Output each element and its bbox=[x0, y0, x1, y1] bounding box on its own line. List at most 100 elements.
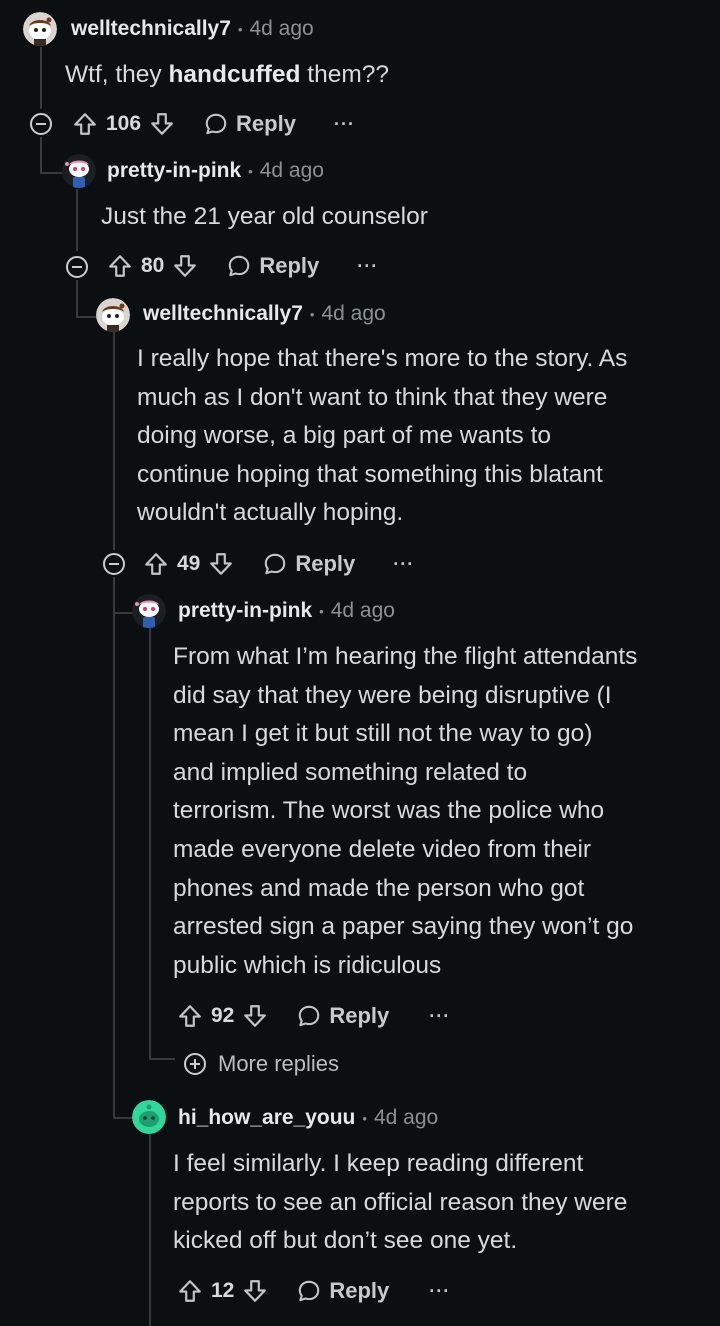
vote-score: 49 bbox=[177, 552, 201, 575]
comment-line: and implied something related to bbox=[173, 758, 528, 786]
thread-line-level4 bbox=[149, 628, 151, 1058]
upvote-icon[interactable] bbox=[177, 1278, 203, 1304]
reply-button[interactable]: Reply bbox=[226, 253, 319, 279]
reply-button[interactable]: Reply bbox=[203, 111, 296, 137]
downvote-icon[interactable] bbox=[149, 111, 175, 137]
downvote-icon[interactable] bbox=[242, 1278, 268, 1304]
reply-bubble-icon bbox=[296, 1003, 322, 1029]
thread-line-level4b bbox=[149, 1134, 151, 1326]
avatar[interactable] bbox=[132, 1100, 166, 1134]
downvote-icon[interactable] bbox=[242, 1003, 268, 1029]
collapse-thread-button[interactable] bbox=[103, 553, 125, 575]
comment-body: I feel similarly. I keep reading differe… bbox=[173, 1145, 713, 1261]
separator-dot: • bbox=[362, 1110, 367, 1126]
avatar[interactable] bbox=[23, 12, 57, 46]
comment-body: I really hope that there's more to the s… bbox=[137, 340, 707, 533]
more-options-button[interactable]: ··· bbox=[429, 1281, 450, 1302]
comment-line: doing worse, a big part of me wants to bbox=[137, 422, 551, 450]
thread-line-level2 bbox=[76, 189, 78, 251]
thread-line-level1-branch bbox=[40, 137, 42, 172]
reply-label: Reply bbox=[295, 551, 356, 576]
upvote-icon[interactable] bbox=[107, 253, 133, 279]
thread-line-level3 bbox=[113, 332, 115, 550]
expand-plus-icon bbox=[184, 1053, 206, 1075]
reply-button[interactable]: Reply bbox=[296, 1003, 389, 1029]
more-replies-link[interactable]: More replies bbox=[184, 1051, 339, 1077]
vote-score: 106 bbox=[106, 112, 142, 135]
comment-line: reports to see an official reason they w… bbox=[173, 1188, 628, 1216]
comment-body: From what I’m hearing the flight attenda… bbox=[173, 638, 713, 985]
more-options-button[interactable]: ··· bbox=[393, 554, 414, 575]
timestamp: 4d ago bbox=[373, 1106, 439, 1129]
reply-bubble-icon bbox=[203, 111, 229, 137]
reply-bubble-icon bbox=[226, 253, 252, 279]
avatar[interactable] bbox=[96, 298, 130, 332]
comment-line: I really hope that there's more to the s… bbox=[137, 345, 628, 372]
comment-line: did say that they were being disruptive … bbox=[173, 681, 612, 709]
vote-score: 80 bbox=[141, 254, 165, 277]
upvote-icon[interactable] bbox=[72, 111, 98, 137]
username[interactable]: welltechnically7 bbox=[143, 302, 303, 326]
username[interactable]: pretty-in-pink bbox=[107, 159, 241, 183]
reply-button[interactable]: Reply bbox=[262, 551, 355, 577]
thread-line-level3-branch bbox=[113, 577, 115, 1117]
username[interactable]: hi_how_are_youu bbox=[178, 1106, 355, 1130]
comment-line: phones and made the person who got bbox=[173, 874, 585, 902]
vote-score: 92 bbox=[211, 1004, 235, 1027]
timestamp: 4d ago bbox=[249, 17, 314, 40]
collapse-thread-button[interactable] bbox=[66, 256, 88, 278]
more-options-button[interactable]: ··· bbox=[334, 114, 355, 135]
upvote-icon[interactable] bbox=[177, 1003, 203, 1029]
upvote-icon[interactable] bbox=[143, 551, 169, 577]
reply-label: Reply bbox=[329, 1278, 390, 1303]
avatar[interactable] bbox=[62, 154, 96, 188]
snoo-avatar-brown-icon bbox=[96, 298, 130, 332]
snoo-avatar-brown-icon bbox=[23, 12, 57, 46]
thread-line-level2-branch bbox=[76, 280, 78, 316]
downvote-icon[interactable] bbox=[208, 551, 234, 577]
comment-body: Just the 21 year old counselor bbox=[101, 198, 631, 237]
separator-dot: • bbox=[319, 603, 324, 619]
separator-dot: • bbox=[237, 21, 243, 37]
more-options-button[interactable]: ··· bbox=[357, 256, 378, 277]
comment-line: mean I get it but still not the way to g… bbox=[173, 720, 593, 748]
comment-line: Just the 21 year old counselor bbox=[101, 203, 428, 230]
snoo-avatar-pink-icon bbox=[132, 594, 166, 628]
thread-line-level2-elbow bbox=[76, 316, 98, 318]
reply-bubble-icon bbox=[262, 551, 288, 577]
comment-line: much as I don't want to think that they … bbox=[137, 383, 608, 411]
comment-body: Wtf, they handcuffed them?? bbox=[65, 61, 390, 88]
reply-bubble-icon bbox=[296, 1278, 322, 1304]
thread-line-level1-elbow bbox=[40, 172, 62, 174]
reply-label: Reply bbox=[259, 253, 320, 278]
thread-line-level4-elbow bbox=[149, 1058, 175, 1060]
more-options-button[interactable]: ··· bbox=[429, 1006, 450, 1027]
comment-line: From what I’m hearing the flight attenda… bbox=[173, 643, 638, 670]
comment-line: I feel similarly. I keep reading differe… bbox=[173, 1150, 584, 1177]
reply-button[interactable]: Reply bbox=[296, 1278, 389, 1304]
emphasis-text: handcuffed bbox=[168, 61, 301, 88]
timestamp: 4d ago bbox=[330, 599, 395, 622]
snoo-avatar-pink-icon bbox=[62, 154, 96, 188]
downvote-icon[interactable] bbox=[172, 253, 198, 279]
reply-label: Reply bbox=[236, 111, 296, 136]
more-replies-label: More replies bbox=[218, 1051, 340, 1076]
username[interactable]: welltechnically7 bbox=[71, 17, 231, 41]
comment-line: kicked off but don’t see one yet. bbox=[173, 1227, 518, 1255]
thread-line-level1 bbox=[40, 47, 42, 109]
timestamp: 4d ago bbox=[259, 159, 324, 182]
comment-line: continue hoping that something this blat… bbox=[137, 460, 603, 488]
separator-dot: • bbox=[309, 306, 315, 322]
avatar[interactable] bbox=[132, 594, 166, 628]
comment-line: wouldn't actually hoping. bbox=[137, 499, 404, 527]
comment-line: public which is ridiculous bbox=[173, 951, 442, 979]
comment-line: arrested sign a paper saying they won’t … bbox=[173, 913, 634, 941]
collapse-thread-button[interactable] bbox=[30, 113, 52, 135]
separator-dot: • bbox=[248, 163, 253, 179]
reply-label: Reply bbox=[329, 1003, 390, 1028]
snoo-avatar-green-icon bbox=[132, 1100, 166, 1134]
timestamp: 4d ago bbox=[321, 302, 386, 325]
vote-score: 12 bbox=[211, 1279, 235, 1302]
username[interactable]: pretty-in-pink bbox=[178, 599, 312, 623]
comment-line: made everyone delete video from their bbox=[173, 835, 592, 863]
